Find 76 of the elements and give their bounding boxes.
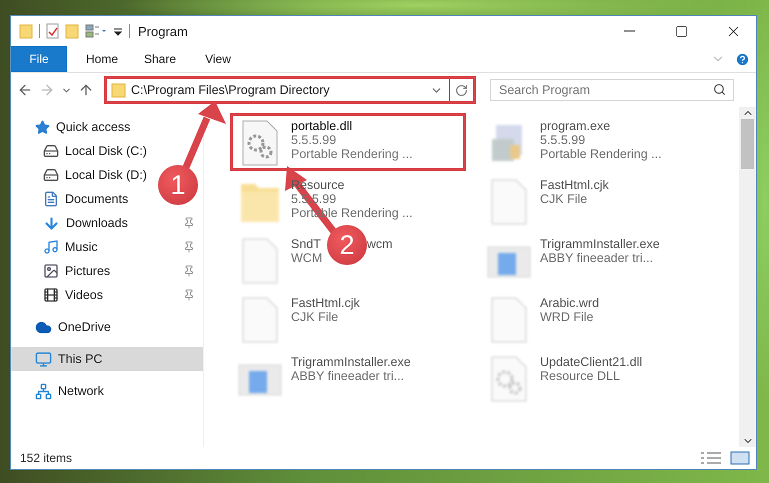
film-icon: [43, 287, 59, 303]
file-name[interactable]: Arabic.wrd: [540, 296, 600, 310]
sidebar-item[interactable]: Quick access: [35, 120, 130, 134]
file-detail: Portable Rendering ...: [540, 147, 662, 161]
file-name[interactable]: TrigrammInstaller.exe: [540, 237, 660, 251]
monitor-icon: [35, 350, 52, 368]
thumbnail-view-icon[interactable]: [730, 451, 750, 465]
pin-icon[interactable]: [183, 265, 195, 277]
sidebar-item[interactable]: OneDrive: [35, 318, 111, 336]
sidebar-item[interactable]: Network: [35, 382, 104, 400]
help-icon: [735, 52, 750, 66]
download-icon: [43, 214, 60, 232]
drive-icon: [43, 143, 59, 159]
minimize-icon: [624, 30, 634, 32]
folder-icon[interactable]: [19, 23, 33, 39]
file-detail: CJK File: [291, 310, 340, 324]
back-button[interactable]: [17, 82, 33, 98]
file-name[interactable]: portable.dll: [291, 119, 413, 133]
selected-file-tile[interactable]: portable.dll 5.5.5.99 Portable Rendering ...: [230, 113, 466, 171]
document-icon: [43, 191, 59, 207]
window-title: Program: [138, 24, 189, 38]
file-detail: ABBY fineeader tri...: [291, 369, 406, 383]
star-icon: [35, 120, 50, 134]
file-name[interactable]: program.exe: [540, 119, 662, 133]
address-path: C:\Program Files\Program Directory: [131, 83, 331, 97]
file-name[interactable]: FastHtml.cjk: [291, 296, 360, 310]
properties-icon[interactable]: [85, 23, 107, 39]
search-field[interactable]: Search Program: [490, 79, 734, 101]
sidebar-item[interactable]: Music: [43, 239, 98, 255]
address-bar[interactable]: C:\Program Files\Program Directory: [104, 76, 476, 104]
sidebar-item[interactable]: Local Disk (C:): [43, 143, 147, 159]
file-detail: 5.5.5.99: [540, 133, 586, 147]
file-detail: 5.5.5.99: [291, 133, 338, 147]
file-name[interactable]: FastHtml.cjk: [540, 178, 609, 192]
file-detail: ABBY fineeader tri...: [540, 251, 654, 265]
ribbon-tab[interactable]: File: [11, 46, 67, 72]
forward-button[interactable]: [39, 82, 55, 98]
file-detail: Resource DLL: [540, 369, 621, 383]
refresh-icon: [455, 84, 468, 96]
network-icon: [35, 382, 52, 400]
file-name[interactable]: UpdateClient21.dll: [540, 355, 642, 369]
sidebar-item[interactable]: Downloads: [43, 214, 128, 232]
ribbon-tab[interactable]: Share: [131, 46, 189, 72]
ribbon-tab[interactable]: Home: [73, 46, 131, 72]
file-detail: WRD File: [540, 310, 594, 324]
sidebar-item[interactable]: Videos: [43, 287, 103, 303]
file-detail: WCM: [291, 251, 324, 265]
details-view-icon[interactable]: [700, 451, 722, 465]
sidebar-item[interactable]: Local Disk (D:): [43, 167, 147, 183]
sidebar-item[interactable]: Pictures: [43, 263, 110, 279]
sidebar-item[interactable]: This PC: [35, 350, 102, 368]
file-detail: CJK File: [540, 192, 588, 206]
file-detail: Portable Rendering ...: [291, 147, 413, 161]
pin-icon[interactable]: [183, 241, 195, 253]
music-icon: [43, 239, 59, 255]
up-icon: [78, 82, 94, 98]
item-count: 152 items: [20, 451, 74, 465]
folder-icon: [111, 82, 127, 98]
file-name[interactable]: TrigrammInstaller.exe: [291, 355, 411, 369]
folder-icon[interactable]: [65, 23, 79, 39]
sidebar-item[interactable]: Documents: [43, 191, 128, 207]
search-icon: [713, 83, 726, 96]
file-name[interactable]: wcm: [366, 237, 393, 251]
pin-icon[interactable]: [183, 217, 195, 229]
pin-icon[interactable]: [183, 289, 195, 301]
scrollbar[interactable]: [739, 107, 756, 447]
checklist-icon[interactable]: [46, 23, 59, 39]
back-icon: [17, 82, 33, 98]
ribbon-tab[interactable]: View: [189, 46, 247, 72]
file-name[interactable]: SndT: [291, 237, 321, 251]
maximize-icon: [674, 24, 688, 38]
up-button[interactable]: [78, 82, 94, 98]
scrollbar-thumb[interactable]: [741, 119, 754, 169]
forward-icon: [39, 82, 55, 98]
image-icon: [43, 263, 59, 279]
drive-icon: [43, 167, 59, 183]
